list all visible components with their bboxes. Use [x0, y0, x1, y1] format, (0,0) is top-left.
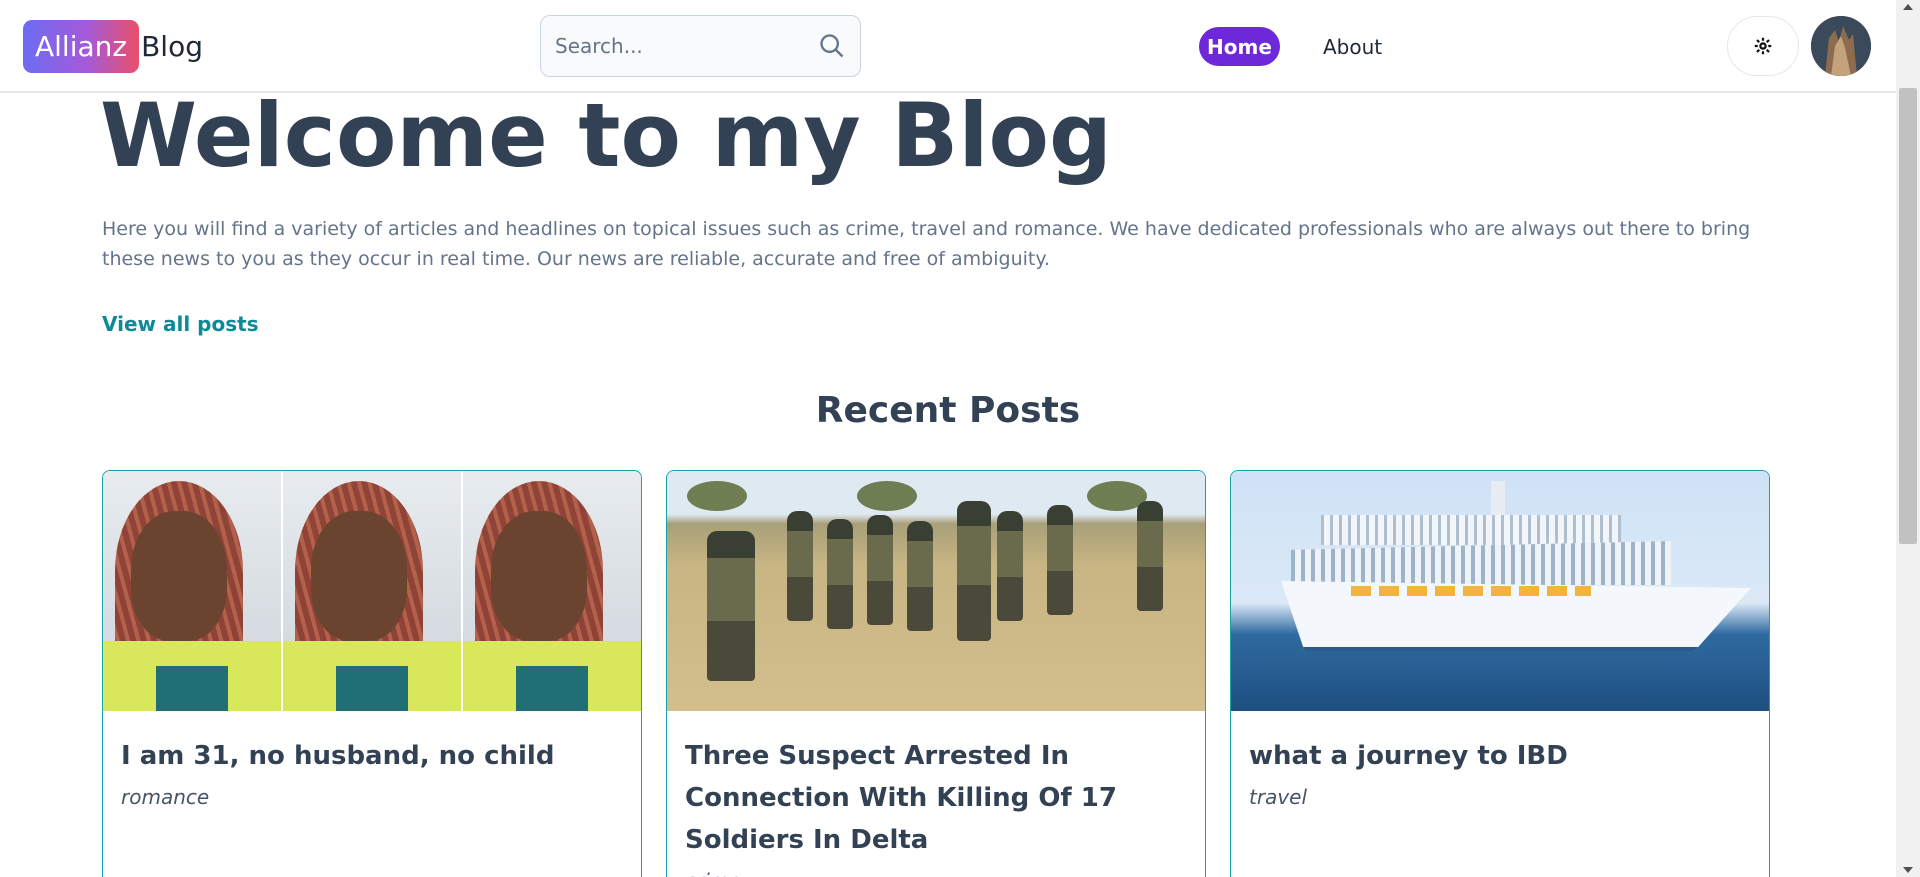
gear-icon: [1754, 37, 1772, 55]
scroll-up-arrow-icon[interactable]: [1903, 4, 1913, 10]
scroll-down-arrow-icon[interactable]: [1903, 867, 1913, 873]
nav-about-link[interactable]: About: [1323, 27, 1382, 66]
post-image: [103, 471, 641, 711]
user-avatar[interactable]: [1811, 16, 1871, 76]
nav-home-link[interactable]: Home: [1199, 27, 1280, 66]
site-logo[interactable]: Allianz Blog: [23, 20, 203, 73]
page-scrollbar[interactable]: [1896, 0, 1920, 877]
search-input[interactable]: [555, 34, 818, 58]
theme-toggle-button[interactable]: [1727, 16, 1799, 76]
scrollbar-thumb[interactable]: [1899, 88, 1917, 544]
post-title[interactable]: Three Suspect Arrested In Connection Wit…: [685, 735, 1187, 861]
post-image: [667, 471, 1205, 711]
page-title: Welcome to my Blog: [100, 84, 1112, 187]
avatar-image: [1811, 16, 1871, 76]
intro-paragraph: Here you will find a variety of articles…: [102, 218, 1751, 270]
post-category: romance: [121, 785, 210, 809]
recent-posts-heading: Recent Posts: [815, 390, 1081, 431]
view-all-posts-link[interactable]: View all posts: [102, 312, 259, 336]
top-navbar: Allianz Blog Home About: [0, 0, 1896, 93]
logo-badge: Allianz: [23, 20, 140, 73]
post-category: travel: [1249, 785, 1308, 809]
search-box: [540, 15, 861, 77]
search-icon[interactable]: [818, 32, 846, 60]
post-card[interactable]: what a journey to IBD travel: [1230, 470, 1770, 877]
post-card[interactable]: Three Suspect Arrested In Connection Wit…: [666, 470, 1206, 877]
post-title[interactable]: I am 31, no husband, no child: [121, 735, 623, 777]
logo-text: Blog: [141, 30, 203, 63]
post-category: crime: [685, 869, 1187, 877]
post-title[interactable]: what a journey to IBD: [1249, 735, 1751, 777]
post-card[interactable]: I am 31, no husband, no child romance: [102, 470, 642, 877]
post-image: [1231, 471, 1769, 711]
